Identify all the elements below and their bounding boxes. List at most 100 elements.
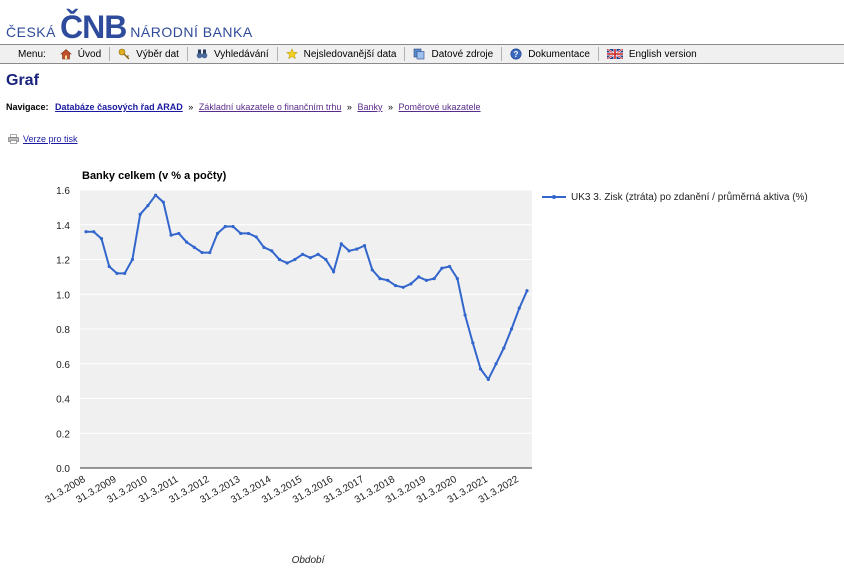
breadcrumb-separator: » bbox=[387, 102, 393, 112]
y-tick-label: 0.2 bbox=[56, 429, 70, 440]
legend-label: UK3 3. Zisk (ztráta) po zdanění / průměr… bbox=[571, 191, 808, 203]
menu-item-label: Výběr dat bbox=[136, 48, 179, 60]
data-point bbox=[486, 377, 490, 381]
data-point bbox=[362, 244, 367, 248]
page-title: Graf bbox=[6, 72, 39, 89]
data-point bbox=[463, 313, 467, 317]
data-point bbox=[262, 245, 266, 249]
breadcrumb-link-zakladni-ukazatele[interactable]: Základní ukazatele o finančním trhu bbox=[199, 102, 342, 112]
breadcrumb-separator: » bbox=[188, 102, 194, 112]
data-point bbox=[448, 264, 452, 269]
data-point bbox=[378, 277, 382, 281]
chart-title: Banky celkem (v % a počty) bbox=[82, 170, 227, 182]
data-point bbox=[270, 249, 274, 253]
data-point bbox=[316, 252, 320, 256]
legend: UK3 3. Zisk (ztráta) po zdanění / průměr… bbox=[542, 191, 808, 203]
printer-icon bbox=[8, 134, 19, 144]
data-point bbox=[409, 282, 413, 286]
key-icon bbox=[118, 48, 130, 60]
star-icon bbox=[285, 48, 298, 60]
data-point bbox=[161, 200, 165, 204]
data-point bbox=[301, 252, 305, 256]
data-point bbox=[169, 233, 173, 237]
data-point bbox=[401, 285, 405, 289]
print-version-link[interactable]: Verze pro tisk bbox=[23, 134, 78, 144]
data-point bbox=[494, 362, 498, 366]
data-point bbox=[99, 237, 104, 241]
menu-item-dokumentace[interactable]: ? Dokumentace bbox=[502, 47, 599, 61]
data-point bbox=[208, 250, 212, 255]
data-point bbox=[432, 277, 436, 281]
uk-flag-icon bbox=[606, 49, 623, 59]
breadcrumb: Navigace: Databáze časových řad ARAD » Z… bbox=[6, 102, 481, 112]
breadcrumb-separator: » bbox=[346, 102, 352, 112]
y-tick-label: 0.4 bbox=[56, 395, 70, 406]
data-point bbox=[478, 367, 483, 371]
data-point bbox=[525, 289, 529, 293]
menu-item-label: Nejsledovanější data bbox=[303, 48, 397, 60]
data-point bbox=[386, 278, 390, 282]
data-point bbox=[331, 270, 336, 274]
svg-text:?: ? bbox=[514, 50, 519, 59]
data-point bbox=[92, 230, 96, 234]
x-axis-ticks: 31.3.200831.3.200931.3.201031.3.201131.3… bbox=[43, 474, 521, 506]
menu-item-uvod[interactable]: Úvod bbox=[52, 47, 111, 61]
main-menu: Menu: Úvod Výběr dat Vyhledávání Nejsled… bbox=[0, 44, 844, 64]
help-icon: ? bbox=[510, 48, 522, 60]
data-point bbox=[254, 235, 258, 239]
menu-item-vyhledavani[interactable]: Vyhledávání bbox=[188, 47, 278, 61]
menu-item-vyber-dat[interactable]: Výběr dat bbox=[110, 47, 188, 61]
logo-text-right: NÁRODNÍ BANKA bbox=[130, 24, 253, 40]
logo-text-left: ČESKÁ bbox=[6, 24, 56, 40]
data-point bbox=[231, 224, 235, 229]
data-point bbox=[502, 346, 506, 350]
data-point bbox=[355, 247, 359, 251]
y-tick-label: 1.2 bbox=[56, 256, 70, 267]
data-point bbox=[347, 249, 351, 253]
y-tick-label: 1.0 bbox=[56, 290, 70, 301]
breadcrumb-link-pomerove-ukazatele[interactable]: Poměrové ukazatele bbox=[399, 102, 481, 112]
print-version[interactable]: Verze pro tisk bbox=[8, 134, 78, 144]
data-point bbox=[223, 224, 227, 229]
data-point bbox=[184, 240, 189, 244]
menu-item-label: Datové zdroje bbox=[431, 48, 494, 60]
breadcrumb-link-banky[interactable]: Banky bbox=[357, 102, 382, 112]
data-point bbox=[246, 231, 251, 236]
data-point bbox=[200, 250, 204, 255]
data-point bbox=[146, 204, 150, 208]
y-tick-label: 1.6 bbox=[56, 186, 70, 197]
y-tick-label: 0.6 bbox=[56, 360, 70, 371]
data-point bbox=[115, 271, 119, 275]
menu-item-datove-zdroje[interactable]: Datové zdroje bbox=[405, 47, 503, 61]
menu-item-label: English version bbox=[628, 48, 697, 60]
data-point bbox=[215, 231, 220, 236]
data-point bbox=[324, 257, 328, 262]
data-point bbox=[393, 283, 398, 288]
data-point bbox=[471, 341, 475, 345]
logo-mark: ČNB bbox=[59, 9, 127, 45]
breadcrumb-link-arad[interactable]: Databáze časových řad ARAD bbox=[55, 102, 183, 112]
data-point bbox=[293, 257, 297, 262]
line-chart: Banky celkem (v % a počty) 0.00.20.40.60… bbox=[43, 170, 808, 566]
menu-item-label: Dokumentace bbox=[528, 48, 590, 60]
data-point bbox=[509, 327, 514, 331]
data-point bbox=[308, 256, 312, 260]
home-icon bbox=[60, 49, 72, 60]
binoculars-icon bbox=[196, 49, 208, 59]
data-point bbox=[239, 231, 243, 236]
menu-item-english-version[interactable]: English version bbox=[599, 47, 705, 61]
menu-item-label: Úvod bbox=[77, 48, 102, 60]
data-point bbox=[285, 261, 289, 265]
nav-label: Navigace: bbox=[6, 102, 49, 112]
data-point bbox=[455, 277, 459, 281]
data-point bbox=[440, 266, 444, 270]
data-point bbox=[277, 257, 282, 262]
menu-item-nejsledovanejsi[interactable]: Nejsledovanější data bbox=[278, 47, 406, 61]
data-point bbox=[138, 212, 142, 216]
x-axis-title: Období bbox=[292, 555, 326, 566]
cnb-logo[interactable]: ČESKÁ ČNB NÁRODNÍ BANKA bbox=[6, 8, 253, 45]
data-point bbox=[130, 257, 135, 262]
menu-item-label: Vyhledávání bbox=[213, 48, 269, 60]
data-point bbox=[424, 278, 429, 282]
data-point bbox=[339, 242, 343, 246]
